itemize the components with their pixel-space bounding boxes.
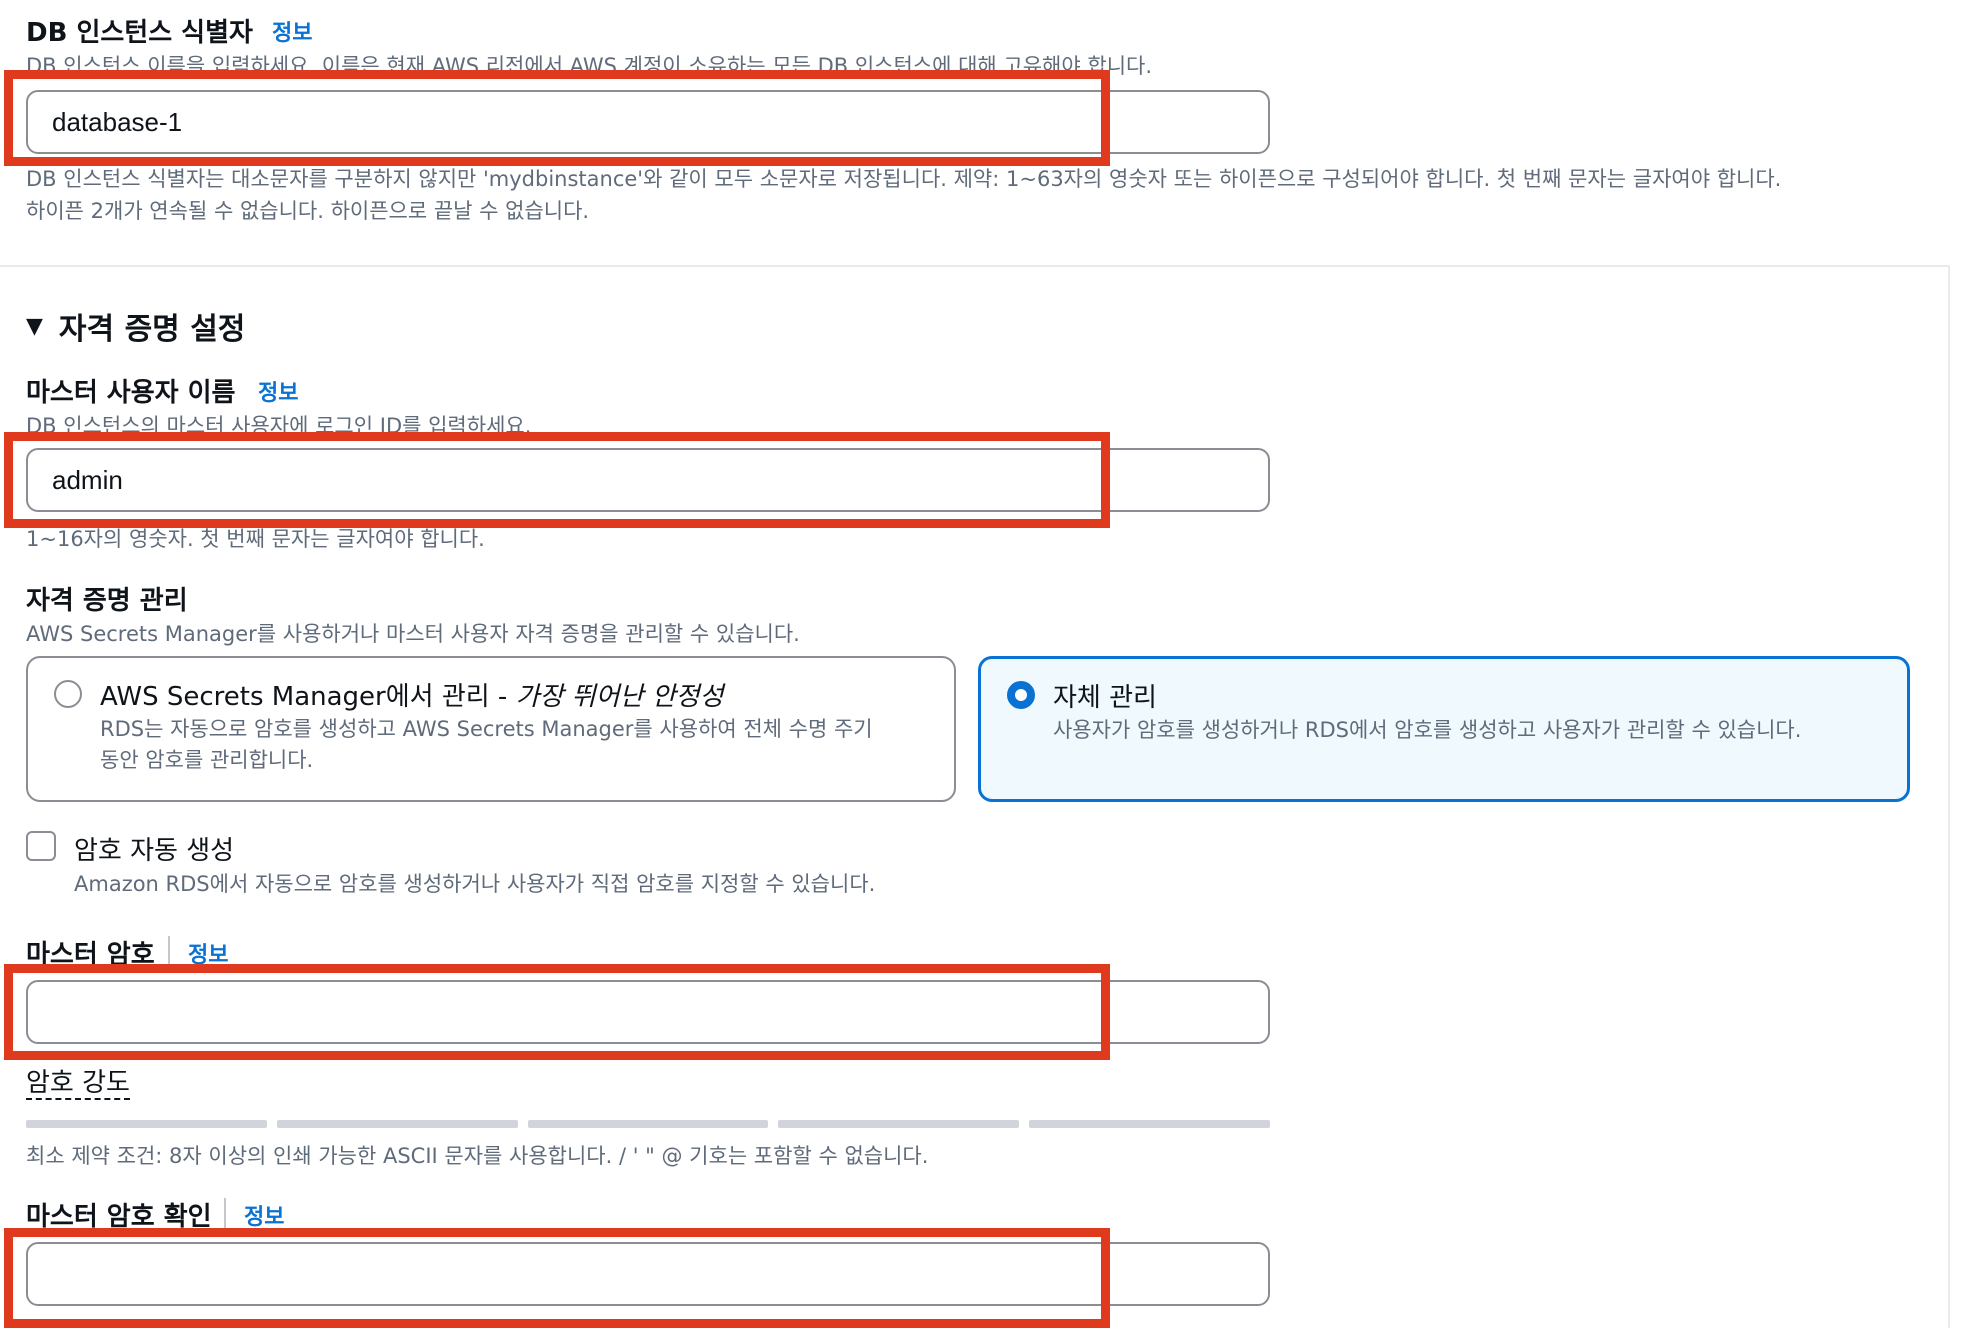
option-self-managed-card[interactable]: 자체 관리 사용자가 암호를 생성하거나 RDS에서 암호를 생성하고 사용자가… bbox=[978, 656, 1910, 802]
master-password-input[interactable] bbox=[26, 980, 1270, 1044]
option-secrets-manager-card[interactable]: AWS Secrets Manager에서 관리 - 가장 뛰어난 안정성 RD… bbox=[26, 656, 956, 802]
strength-segment bbox=[26, 1120, 267, 1128]
master-username-description: DB 인스턴스의 마스터 사용자에 로그인 ID를 입력하세요. bbox=[26, 414, 532, 438]
master-password-label: 마스터 암호 bbox=[26, 940, 155, 970]
password-strength-meter bbox=[26, 1120, 1270, 1128]
strength-segment bbox=[276, 1120, 518, 1128]
self-managed-desc: 사용자가 암호를 생성하거나 RDS에서 암호를 생성하고 사용자가 관리할 수… bbox=[1053, 718, 1802, 742]
credential-management-label: 자격 증명 관리 bbox=[26, 586, 188, 616]
secrets-manager-desc-line1: RDS는 자동으로 암호를 생성하고 AWS Secrets Manager를 … bbox=[100, 717, 873, 741]
master-username-label: 마스터 사용자 이름 bbox=[26, 378, 236, 408]
master-username-help: 1~16자의 영숫자. 첫 번째 문자는 글자여야 합니다. bbox=[26, 527, 485, 551]
auto-password-label: 암호 자동 생성 bbox=[74, 836, 235, 866]
secrets-manager-radio[interactable] bbox=[54, 680, 82, 708]
master-username-info-link[interactable]: 정보 bbox=[258, 375, 298, 407]
self-managed-radio[interactable] bbox=[1007, 681, 1035, 709]
label-separator bbox=[224, 1198, 226, 1228]
credential-management-description: AWS Secrets Manager를 사용하거나 마스터 사용자 자격 증명… bbox=[26, 622, 800, 646]
master-password-info-link[interactable]: 정보 bbox=[188, 937, 228, 969]
panel-right-border bbox=[1948, 265, 1950, 1328]
label-separator bbox=[168, 936, 170, 966]
auto-password-description: Amazon RDS에서 자동으로 암호를 생성하거나 사용자가 직접 암호를 … bbox=[74, 872, 876, 896]
db-identifier-input[interactable] bbox=[26, 90, 1270, 154]
db-identifier-label: DB 인스턴스 식별자 bbox=[26, 18, 253, 48]
confirm-password-info-link[interactable]: 정보 bbox=[244, 1199, 284, 1231]
auto-password-checkbox[interactable] bbox=[26, 831, 56, 861]
credentials-section-title: 자격 증명 설정 bbox=[58, 312, 246, 347]
password-strength-label[interactable]: 암호 강도 bbox=[26, 1068, 130, 1100]
db-identifier-help-line1: DB 인스턴스 식별자는 대소문자를 구분하지 않지만 'mydbinstanc… bbox=[26, 167, 1782, 191]
credentials-section-toggle[interactable]: ▼ 자격 증명 설정 bbox=[26, 304, 245, 348]
self-managed-title: 자체 관리 bbox=[1053, 683, 1157, 713]
strength-segment bbox=[527, 1120, 769, 1128]
caret-down-icon: ▼ bbox=[26, 313, 43, 339]
password-constraint-text: 최소 제약 조건: 8자 이상의 인쇄 가능한 ASCII 문자를 사용합니다.… bbox=[26, 1144, 929, 1168]
strength-segment bbox=[1029, 1120, 1270, 1128]
master-username-input[interactable] bbox=[26, 448, 1270, 512]
db-identifier-info-link[interactable]: 정보 bbox=[272, 15, 312, 47]
strength-segment bbox=[778, 1120, 1020, 1128]
section-divider bbox=[0, 265, 1950, 267]
db-identifier-description: DB 인스턴스 이름을 입력하세요. 이름은 현재 AWS 리전에서 AWS 계… bbox=[26, 54, 1153, 78]
confirm-password-label: 마스터 암호 확인 bbox=[26, 1202, 212, 1232]
confirm-password-input[interactable] bbox=[26, 1242, 1270, 1306]
secrets-manager-desc-line2: 동안 암호를 관리합니다. bbox=[100, 748, 314, 772]
db-identifier-help-line2: 하이픈 2개가 연속될 수 없습니다. 하이픈으로 끝날 수 없습니다. bbox=[26, 199, 590, 223]
secrets-manager-title: AWS Secrets Manager에서 관리 - 가장 뛰어난 안정성 bbox=[100, 682, 724, 712]
